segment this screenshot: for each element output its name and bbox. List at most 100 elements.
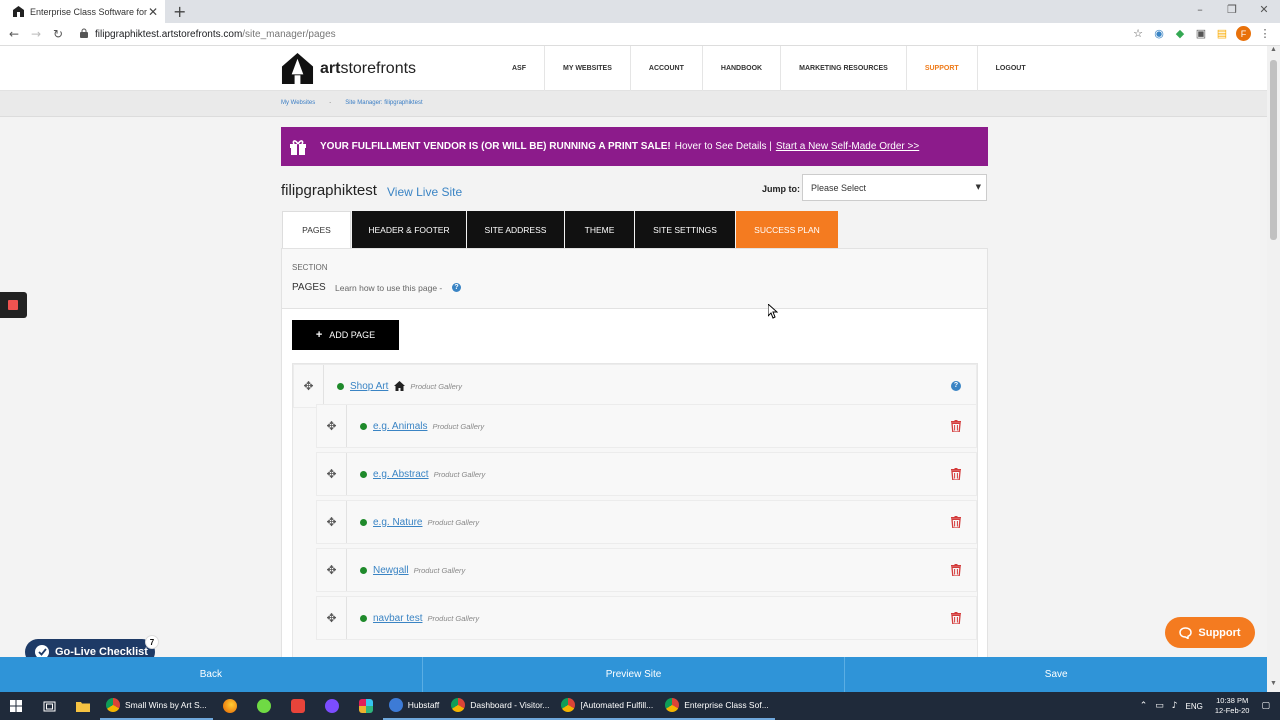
- scrollbar-thumb[interactable]: [1270, 60, 1277, 240]
- nav-logout[interactable]: LOGOUT: [978, 46, 1044, 91]
- close-tab-icon[interactable]: ✕: [147, 5, 159, 19]
- restore-icon[interactable]: ❐: [1216, 0, 1248, 23]
- reload-icon[interactable]: ↻: [53, 27, 63, 41]
- jump-to-select[interactable]: Please Select ▼: [802, 174, 987, 201]
- tray-chevron-icon[interactable]: ⌃: [1140, 701, 1148, 711]
- hubstaff-icon: [388, 698, 403, 712]
- tab-site-address[interactable]: SITE ADDRESS: [467, 211, 564, 248]
- chrome-icon: [106, 698, 120, 712]
- support-label: Support: [1198, 626, 1241, 639]
- drag-handle-icon[interactable]: ✥: [317, 405, 347, 447]
- minimize-icon[interactable]: –: [1184, 0, 1216, 23]
- self-made-order-link[interactable]: Start a New Self-Made Order >>: [776, 141, 919, 152]
- page-tree: ✥ Shop Art Product Gallery ? ✥ e.g. Anim…: [292, 363, 978, 663]
- language-indicator[interactable]: ENG: [1186, 702, 1203, 711]
- page-link[interactable]: e.g. Nature: [373, 517, 422, 528]
- tab-theme[interactable]: THEME: [565, 211, 634, 248]
- taskbar-app-dashboard[interactable]: Dashboard - Visitor...: [445, 692, 556, 720]
- url-field[interactable]: filipgraphiktest.artstorefronts.com/site…: [80, 28, 336, 41]
- file-explorer-icon[interactable]: [66, 692, 100, 720]
- bookmark-star-icon[interactable]: ☆: [1131, 27, 1145, 41]
- nav-support[interactable]: SUPPORT: [907, 46, 978, 91]
- logo[interactable]: artstorefronts: [281, 52, 416, 85]
- page-link[interactable]: e.g. Animals: [373, 421, 427, 432]
- extension-feed-icon[interactable]: ◉: [1152, 27, 1166, 41]
- browser-alt-icon[interactable]: [315, 692, 349, 720]
- drag-handle-icon[interactable]: ✥: [294, 365, 324, 407]
- page-type: Product Gallery: [427, 517, 480, 527]
- save-button[interactable]: Save: [845, 657, 1268, 692]
- trash-icon[interactable]: [950, 419, 962, 433]
- url-path: /site_manager/pages: [242, 29, 336, 40]
- nav-marketing-resources[interactable]: MARKETING RESOURCES: [781, 46, 907, 91]
- forward-icon[interactable]: →: [31, 27, 41, 41]
- profile-avatar[interactable]: F: [1236, 26, 1251, 41]
- volume-icon[interactable]: ♪: [1172, 701, 1178, 711]
- taskbar-app-automated-fulfillment[interactable]: [Automated Fulfill...: [555, 692, 660, 720]
- row-help-icon[interactable]: ?: [950, 379, 962, 393]
- task-view-icon[interactable]: [32, 692, 66, 720]
- nav-account[interactable]: ACCOUNT: [631, 46, 703, 91]
- view-live-site-link[interactable]: View Live Site: [387, 185, 462, 199]
- taskbar-app-enterprise-class[interactable]: Enterprise Class Sof...: [659, 692, 775, 720]
- drag-handle-icon[interactable]: ✥: [317, 597, 347, 639]
- screencast-icon[interactable]: [281, 692, 315, 720]
- jump-to-value: Please Select: [811, 183, 867, 193]
- chrome-icon: [451, 698, 466, 712]
- page-link[interactable]: navbar test: [373, 613, 422, 624]
- windows-start-icon[interactable]: [0, 692, 32, 720]
- page-row-shop-art: ✥ Shop Art Product Gallery ?: [293, 364, 977, 408]
- extension-note-icon[interactable]: ▤: [1215, 27, 1229, 41]
- trash-icon[interactable]: [950, 611, 962, 625]
- drag-handle-icon[interactable]: ✥: [317, 453, 347, 495]
- slack-icon[interactable]: [349, 692, 383, 720]
- scroll-down-icon[interactable]: ▼: [1267, 680, 1280, 692]
- breadcrumb-my-websites[interactable]: My Websites: [281, 100, 315, 106]
- extension-google-icon[interactable]: ◆: [1173, 27, 1187, 41]
- browser-tab[interactable]: Enterprise Class Software for Pri ✕: [0, 0, 165, 23]
- drag-handle-icon[interactable]: ✥: [317, 501, 347, 543]
- taskbar-app-chrome-small-wins[interactable]: Small Wins by Art S...: [100, 692, 213, 720]
- plus-icon: +: [315, 329, 323, 341]
- page-link[interactable]: Shop Art: [350, 381, 388, 392]
- taskbar-app-hubstaff[interactable]: Hubstaff: [382, 692, 446, 720]
- firefox-icon[interactable]: [213, 692, 247, 720]
- page-scrollbar[interactable]: ▲ ▼: [1267, 46, 1280, 692]
- tab-site-settings[interactable]: SITE SETTINGS: [635, 211, 735, 248]
- back-icon[interactable]: ←: [9, 27, 19, 41]
- print-sale-banner[interactable]: YOUR FULFILLMENT VENDOR IS (OR WILL BE) …: [281, 127, 988, 166]
- favicon-icon: [13, 6, 24, 17]
- network-icon[interactable]: ▭: [1155, 701, 1164, 711]
- new-tab-icon[interactable]: +: [173, 2, 186, 21]
- tab-header-footer[interactable]: HEADER & FOOTER: [352, 211, 466, 248]
- help-icon[interactable]: ?: [452, 283, 461, 292]
- scroll-up-icon[interactable]: ▲: [1267, 46, 1280, 58]
- status-dot: [360, 422, 367, 430]
- trash-icon[interactable]: [950, 563, 962, 577]
- window-close-icon[interactable]: ✕: [1248, 0, 1280, 23]
- preview-site-button[interactable]: Preview Site: [422, 657, 846, 692]
- clock[interactable]: 10:38 PM 12-Feb-20: [1215, 696, 1250, 716]
- menu-icon[interactable]: ⋮: [1258, 27, 1272, 41]
- page-row-nature: ✥ e.g. Nature Product Gallery: [316, 500, 977, 544]
- nav-handbook[interactable]: HANDBOOK: [703, 46, 782, 91]
- tab-success-plan[interactable]: SUCCESS PLAN: [736, 211, 838, 248]
- breadcrumb-site-manager[interactable]: Site Manager: filipgraphiktest: [345, 100, 422, 106]
- page-link[interactable]: e.g. Abstract: [373, 469, 429, 480]
- drag-handle-icon[interactable]: ✥: [317, 549, 347, 591]
- page-link[interactable]: Newgall: [373, 565, 409, 576]
- upwork-icon[interactable]: [247, 692, 281, 720]
- support-chat-button[interactable]: Support: [1165, 617, 1255, 648]
- notifications-icon[interactable]: ▢: [1261, 701, 1270, 711]
- recording-button[interactable]: [0, 292, 27, 318]
- nav-asf[interactable]: ASF: [494, 46, 545, 91]
- learn-link[interactable]: Learn how to use this page -: [335, 283, 442, 293]
- trash-icon[interactable]: [950, 515, 962, 529]
- nav-my-websites[interactable]: MY WEBSITES: [545, 46, 631, 91]
- add-page-button[interactable]: + ADD PAGE: [292, 320, 399, 350]
- trash-icon[interactable]: [950, 467, 962, 481]
- page-type: Product Gallery: [433, 469, 486, 479]
- extension-capture-icon[interactable]: ▣: [1194, 27, 1208, 41]
- back-button[interactable]: Back: [0, 657, 423, 692]
- tab-pages[interactable]: PAGES: [282, 211, 351, 248]
